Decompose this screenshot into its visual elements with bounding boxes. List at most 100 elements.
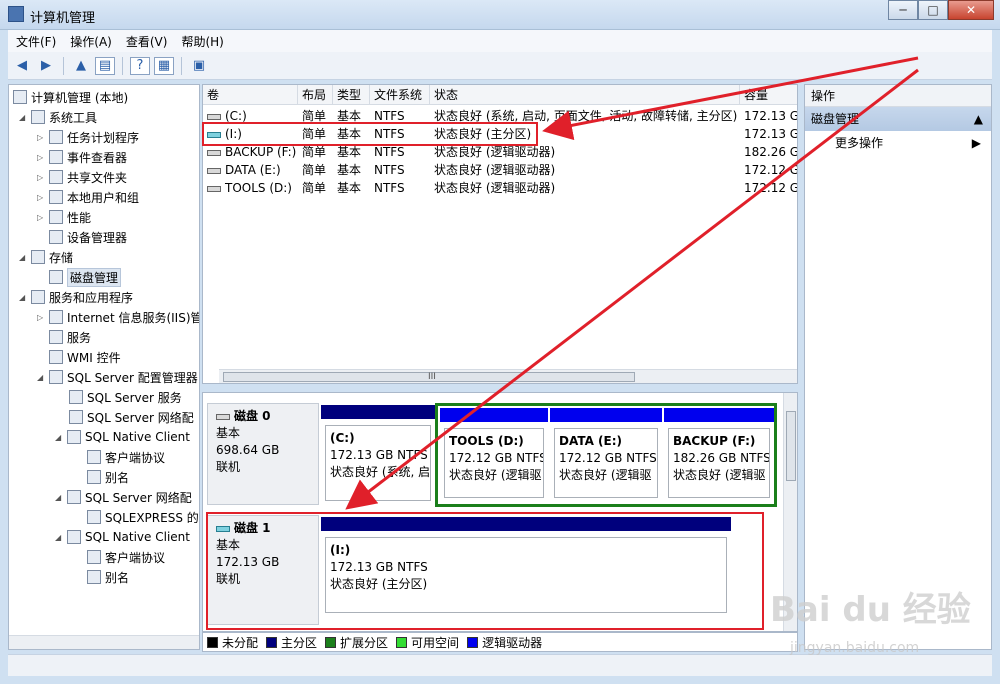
collapsed-arrow-icon[interactable]: ▷ xyxy=(37,153,47,162)
volume-list-horizontal-scrollbar[interactable]: III xyxy=(219,369,797,383)
collapsed-arrow-icon[interactable]: ▷ xyxy=(37,173,47,182)
tree-item-storage[interactable]: ◢ 存储 xyxy=(19,247,73,267)
tree-item-services[interactable]: 服务 xyxy=(49,327,91,347)
primary-partition-bar xyxy=(321,517,731,531)
legend-logical-drive: 逻辑驱动器 xyxy=(467,634,542,651)
expanded-arrow-icon[interactable]: ◢ xyxy=(19,113,29,122)
tree-item-sql-services[interactable]: SQL Server 服务 xyxy=(69,387,182,407)
legend-primary: 主分区 xyxy=(266,634,317,651)
tree-item-performance[interactable]: ▷ 性能 xyxy=(37,207,91,227)
collapsed-arrow-icon[interactable]: ▷ xyxy=(37,133,47,142)
drive-icon xyxy=(207,131,221,138)
tree-item-task-scheduler[interactable]: ▷ 任务计划程序 xyxy=(37,127,139,147)
column-volume[interactable]: 卷 xyxy=(203,85,298,105)
submenu-arrow-icon: ▶ xyxy=(971,136,981,150)
expanded-arrow-icon[interactable]: ◢ xyxy=(55,533,65,542)
iis-icon xyxy=(49,310,63,324)
forward-arrow-icon[interactable]: ▶ xyxy=(36,56,56,76)
sql-server-icon xyxy=(49,370,63,384)
tree-item-services-apps[interactable]: ◢ 服务和应用程序 xyxy=(19,287,133,307)
table-row[interactable]: (C:) 简单 基本 NTFS 状态良好 (系统, 启动, 页面文件, 活动, … xyxy=(203,107,797,125)
export-icon[interactable]: ▣ xyxy=(189,56,209,76)
performance-icon xyxy=(49,210,63,224)
tree-item-sql-config-manager[interactable]: ◢ SQL Server 配置管理器 xyxy=(37,367,198,387)
console-tree-icon[interactable]: ▤ xyxy=(95,56,115,75)
folder-up-icon[interactable]: ▲ xyxy=(71,56,91,76)
expanded-arrow-icon[interactable]: ◢ xyxy=(19,253,29,262)
expanded-arrow-icon[interactable]: ◢ xyxy=(55,493,65,502)
scrollbar-thumb[interactable] xyxy=(786,411,796,481)
menu-view[interactable]: 查看(V) xyxy=(126,33,168,50)
collapse-up-icon[interactable]: ▲ xyxy=(974,107,983,131)
more-actions-item[interactable]: 更多操作 ▶ xyxy=(805,131,991,155)
tree-item-client-protocols-2[interactable]: 客户端协议 xyxy=(87,547,165,567)
maximize-button[interactable]: □ xyxy=(918,0,948,20)
table-row[interactable]: BACKUP (F:) 简单 基本 NTFS 状态良好 (逻辑驱动器) 182.… xyxy=(203,143,797,161)
storage-icon xyxy=(31,250,45,264)
column-capacity[interactable]: 容量 xyxy=(740,85,797,105)
help-icon[interactable]: ? xyxy=(130,56,150,75)
tree-item-event-viewer[interactable]: ▷ 事件查看器 xyxy=(37,147,127,167)
scrollbar-thumb[interactable]: III xyxy=(223,372,635,382)
collapsed-arrow-icon[interactable]: ▷ xyxy=(37,193,47,202)
tree-item-wmi[interactable]: WMI 控件 xyxy=(49,347,121,367)
disk-1-label[interactable]: 磁盘 1 基本 172.13 GB 联机 xyxy=(207,515,319,625)
tree-item-aliases-2[interactable]: 别名 xyxy=(87,567,129,587)
collapsed-arrow-icon[interactable]: ▷ xyxy=(37,313,47,322)
expanded-arrow-icon[interactable]: ◢ xyxy=(37,373,47,382)
watermark-brand: Bai du 经验 xyxy=(770,590,971,630)
shared-folder-icon xyxy=(49,170,63,184)
tree-item-iis[interactable]: ▷ Internet 信息服务(IIS)管 xyxy=(37,307,199,327)
minimize-button[interactable]: ─ xyxy=(888,0,918,20)
column-status[interactable]: 状态 xyxy=(430,85,740,105)
partition-e[interactable]: DATA (E:) 172.12 GB NTFS 状态良好 (逻辑驱 xyxy=(550,408,662,502)
actions-section-disk-management[interactable]: 磁盘管理 ▲ xyxy=(805,107,991,131)
client-icon xyxy=(67,430,81,444)
collapsed-arrow-icon[interactable]: ▷ xyxy=(37,213,47,222)
column-type[interactable]: 类型 xyxy=(333,85,370,105)
table-row[interactable]: TOOLS (D:) 简单 基本 NTFS 状态良好 (逻辑驱动器) 172.1… xyxy=(203,179,797,197)
tree-item-local-users[interactable]: ▷ 本地用户和组 xyxy=(37,187,139,207)
tree-item-aliases[interactable]: 别名 xyxy=(87,467,129,487)
tree-item-sql-network-config[interactable]: SQL Server 网络配 xyxy=(69,407,194,427)
close-button[interactable]: ✕ xyxy=(948,0,994,20)
column-layout[interactable]: 布局 xyxy=(298,85,333,105)
table-row[interactable]: DATA (E:) 简单 基本 NTFS 状态良好 (逻辑驱动器) 172.12… xyxy=(203,161,797,179)
client-icon xyxy=(67,530,81,544)
tree-item-device-manager[interactable]: 设备管理器 xyxy=(49,227,127,247)
watermark-url: jingyan.baidu.com xyxy=(790,640,920,656)
services-gear-icon xyxy=(49,330,63,344)
back-arrow-icon[interactable]: ◀ xyxy=(12,56,32,76)
expanded-arrow-icon[interactable]: ◢ xyxy=(19,293,29,302)
tree-item-sql-native-client[interactable]: ◢ SQL Native Client xyxy=(55,427,190,447)
server-icon xyxy=(67,490,81,504)
protocol-icon xyxy=(87,550,101,564)
alias-icon xyxy=(87,570,101,584)
tools-icon xyxy=(31,110,45,124)
drive-icon xyxy=(207,149,221,156)
partition-d[interactable]: TOOLS (D:) 172.12 GB NTFS 状态良好 (逻辑驱 xyxy=(440,408,548,502)
alias-icon xyxy=(87,470,101,484)
tree-item-sqlexpress[interactable]: SQLEXPRESS 的 xyxy=(87,507,199,527)
tree-item-system-tools[interactable]: ◢ 系统工具 xyxy=(19,107,97,127)
partition-f[interactable]: BACKUP (F:) 182.26 GB NTFS 状态良好 (逻辑驱 xyxy=(664,408,774,502)
partition-i[interactable]: (I:) 172.13 GB NTFS 状态良好 (主分区) xyxy=(321,517,731,617)
expanded-arrow-icon[interactable]: ◢ xyxy=(55,433,65,442)
tree-item-client-protocols[interactable]: 客户端协议 xyxy=(87,447,165,467)
tree-item-disk-management[interactable]: 磁盘管理 xyxy=(49,267,122,287)
menu-file[interactable]: 文件(F) xyxy=(16,33,56,50)
tree-item-sql-native-client-2[interactable]: ◢ SQL Native Client xyxy=(55,527,190,547)
properties-icon[interactable]: ▦ xyxy=(154,56,174,75)
tree-item-computer-management[interactable]: 计算机管理 (本地) xyxy=(13,87,128,107)
disk-0-label[interactable]: 磁盘 0 基本 698.64 GB 联机 xyxy=(207,403,319,505)
column-filesystem[interactable]: 文件系统 xyxy=(370,85,430,105)
table-row[interactable]: (I:) 简单 基本 NTFS 状态良好 (主分区) 172.13 G xyxy=(203,125,797,143)
tree-item-shared-folders[interactable]: ▷ 共享文件夹 xyxy=(37,167,127,187)
protocol-icon xyxy=(87,450,101,464)
tree-item-sql-network-config-2[interactable]: ◢ SQL Server 网络配 xyxy=(55,487,192,507)
menu-help[interactable]: 帮助(H) xyxy=(181,33,223,50)
tree-horizontal-scrollbar[interactable] xyxy=(9,635,199,649)
partition-c[interactable]: (C:) 172.13 GB NTFS 状态良好 (系统, 启 xyxy=(321,405,435,505)
menu-action[interactable]: 操作(A) xyxy=(70,33,112,50)
legend-extended: 扩展分区 xyxy=(325,634,388,651)
